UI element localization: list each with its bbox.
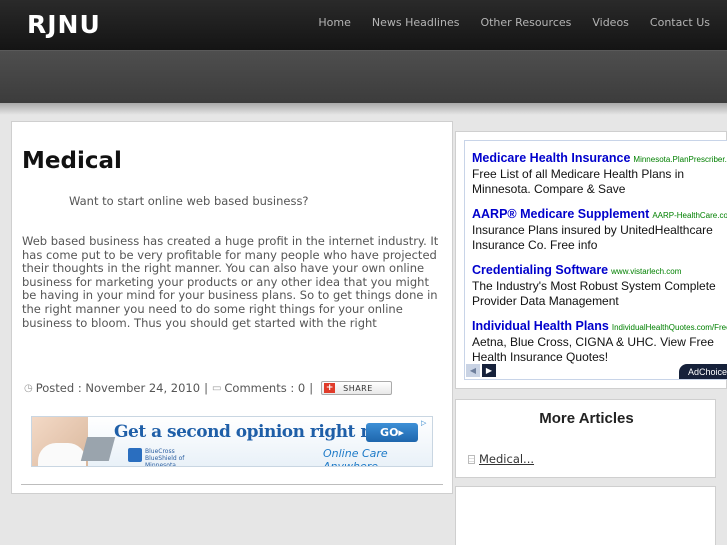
ad-unit[interactable]: AARP® Medicare Supplement AARP-HealthCare…: [472, 203, 727, 253]
ad-info-icon[interactable]: ▷: [421, 419, 430, 428]
content-divider: [21, 484, 443, 485]
post-meta: ◷ Posted : November 24, 2010 | ▭ Comment…: [24, 381, 393, 395]
ad-unit[interactable]: Credentialing Software www.vistarlech.com…: [472, 259, 727, 309]
site-logo[interactable]: RJNU: [27, 10, 101, 39]
ad-description: Insurance Plans insured by UnitedHealthc…: [472, 223, 713, 252]
header-shadow: [0, 103, 727, 115]
ad-url[interactable]: IndividualHealthQuotes.com/Free: [612, 323, 727, 332]
nav-news-headlines[interactable]: News Headlines: [372, 16, 460, 29]
sidebar-ad-panel: Medicare Health Insurance Minnesota.PlanP…: [455, 131, 727, 389]
share-plus-icon: +: [324, 383, 336, 393]
banner-cta: Online Care Anywhere: [323, 447, 388, 467]
text-ads: Medicare Health Insurance Minnesota.PlanP…: [464, 140, 727, 380]
nav-contact-us[interactable]: Contact Us: [650, 16, 710, 29]
site-header: RJNU Home News Headlines Other Resources…: [0, 0, 727, 50]
ad-title[interactable]: Medicare Health Insurance: [472, 151, 630, 165]
more-articles-panel: More Articles Medical...: [455, 399, 716, 478]
doctor-coat: [38, 443, 86, 466]
ad-url[interactable]: AARP-HealthCare.com: [652, 211, 727, 220]
post-lead: Want to start online web based business?: [69, 194, 309, 208]
doctor-image: [32, 417, 88, 466]
nav-videos[interactable]: Videos: [592, 16, 629, 29]
adchoices-link[interactable]: AdChoices: [679, 364, 727, 379]
post-body: Web based business has created a huge pr…: [22, 234, 439, 330]
meta-separator: |: [204, 381, 208, 395]
ad-unit[interactable]: Medicare Health Insurance Minnesota.PlanP…: [472, 147, 727, 197]
sidebar-bottom-panel: [455, 486, 716, 545]
ad-title[interactable]: AARP® Medicare Supplement: [472, 207, 649, 221]
post-comments[interactable]: Comments : 0: [224, 381, 305, 395]
share-button[interactable]: + SHARE: [321, 381, 393, 395]
nav-other-resources[interactable]: Other Resources: [480, 16, 571, 29]
laptop-image: [80, 437, 116, 461]
ad-title[interactable]: Credentialing Software: [472, 263, 608, 277]
banner-go-button[interactable]: GO▸: [366, 423, 418, 442]
comment-icon: ▭: [211, 382, 222, 394]
ad-description: The Industry's Most Robust System Comple…: [472, 279, 716, 308]
ad-title[interactable]: Individual Health Plans: [472, 319, 609, 333]
post-card: Medical Want to start online web based b…: [11, 121, 453, 494]
nav-home[interactable]: Home: [318, 16, 350, 29]
ad-url[interactable]: Minnesota.PlanPrescriber.com: [633, 155, 727, 164]
banner-org: BlueCross BlueShield of Minnesota: [145, 448, 185, 467]
document-icon: [468, 454, 475, 464]
main-nav: Home News Headlines Other Resources Vide…: [297, 16, 710, 29]
ad-description: Free List of all Medicare Health Plans i…: [472, 167, 685, 196]
ad-pager: ◀ ▶: [466, 364, 498, 377]
post-date: Posted : November 24, 2010: [35, 381, 201, 395]
banner-headline: Get a second opinion right now: [114, 422, 398, 442]
meta-separator: |: [309, 381, 314, 395]
chevron-right-icon[interactable]: ▶: [482, 364, 496, 377]
banner-ad[interactable]: Get a second opinion right now GO▸ BlueC…: [31, 416, 433, 467]
article-link[interactable]: Medical...: [479, 452, 534, 466]
bluecross-logo-icon: [128, 448, 142, 462]
chevron-left-icon[interactable]: ◀: [466, 364, 480, 377]
list-item[interactable]: Medical...: [468, 452, 534, 466]
ad-description: Aetna, Blue Cross, CIGNA & UHC. View Fre…: [472, 335, 714, 364]
post-title: Medical: [22, 148, 122, 174]
more-articles-title: More Articles: [539, 410, 634, 427]
ad-unit[interactable]: Individual Health Plans IndividualHealthQ…: [472, 315, 727, 365]
ad-url[interactable]: www.vistarlech.com: [611, 267, 681, 276]
clock-icon: ◷: [24, 382, 33, 394]
share-label: SHARE: [343, 383, 373, 393]
header-band: [0, 50, 727, 103]
